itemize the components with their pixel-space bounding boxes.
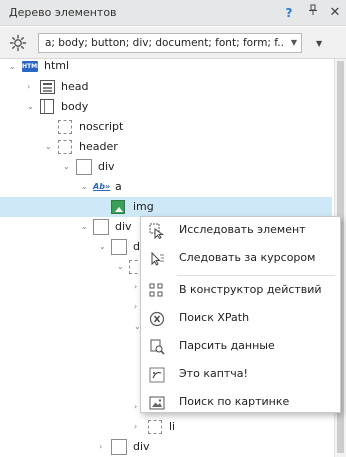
collapse-arrow-icon[interactable]: ⌄ bbox=[27, 97, 34, 117]
menu-item-image-search[interactable]: Поиск по картинке bbox=[141, 389, 340, 417]
collapse-arrow-icon[interactable]: ⌄ bbox=[81, 217, 88, 237]
collapse-arrow-icon[interactable]: ⌄ bbox=[117, 257, 124, 277]
follow-cursor-icon bbox=[149, 251, 165, 267]
image-tag-icon bbox=[111, 200, 125, 214]
collapse-arrow-icon[interactable]: ⌄ bbox=[99, 237, 106, 257]
collapse-arrow-icon[interactable]: ⌄ bbox=[9, 59, 16, 77]
context-menu: Исследовать элемент Следовать за курсоро… bbox=[140, 216, 341, 413]
link-tag-icon: Ab» bbox=[93, 182, 111, 191]
captcha-icon bbox=[149, 367, 165, 383]
panel-title-bar: Дерево элементов ? ✕ bbox=[0, 0, 346, 26]
element-icon bbox=[148, 420, 162, 434]
expand-arrow-icon[interactable]: › bbox=[134, 297, 137, 317]
div-tag-icon bbox=[111, 239, 127, 255]
collapse-arrow-icon[interactable]: ⌄ bbox=[45, 137, 52, 157]
close-icon[interactable]: ✕ bbox=[325, 3, 345, 23]
menu-item-follow-cursor[interactable]: Следовать за курсором bbox=[141, 245, 340, 273]
expand-arrow-icon[interactable]: › bbox=[134, 417, 137, 437]
expand-arrow-icon[interactable]: › bbox=[134, 397, 137, 417]
menu-item-inspect-element[interactable]: Исследовать элемент bbox=[141, 217, 340, 245]
menu-item-captcha[interactable]: Это каптча! bbox=[141, 361, 340, 389]
selected-row-highlight bbox=[0, 197, 332, 217]
chevron-down-icon[interactable]: ▼ bbox=[291, 38, 297, 47]
panel-menu-arrow-icon[interactable]: ▼ bbox=[316, 39, 322, 48]
body-tag-icon bbox=[40, 99, 54, 114]
collapse-arrow-icon[interactable]: ⌄ bbox=[81, 177, 88, 197]
menu-separator bbox=[177, 275, 335, 276]
head-tag-icon bbox=[40, 80, 55, 94]
inspect-cursor-icon bbox=[149, 223, 165, 240]
tag-filter-combobox[interactable]: a; body; button; div; document; font; fo… bbox=[38, 33, 302, 53]
div-tag-icon bbox=[93, 219, 109, 235]
tag-filter-value: a; body; button; div; document; font; fo… bbox=[45, 37, 283, 49]
html-tag-icon: HTML bbox=[22, 61, 41, 72]
gear-icon[interactable] bbox=[8, 33, 28, 53]
action-builder-icon bbox=[149, 283, 165, 299]
element-icon bbox=[58, 120, 72, 134]
collapse-arrow-icon[interactable]: ⌄ bbox=[63, 157, 70, 177]
expand-arrow-icon[interactable]: › bbox=[99, 437, 102, 457]
div-tag-icon bbox=[111, 439, 127, 455]
element-icon bbox=[58, 140, 72, 154]
expand-arrow-icon[interactable]: › bbox=[27, 77, 30, 97]
expand-arrow-icon[interactable]: › bbox=[134, 277, 137, 297]
image-search-icon bbox=[149, 395, 165, 411]
filter-bar: a; body; button; div; document; font; fo… bbox=[0, 27, 346, 59]
menu-item-action-builder[interactable]: В конструктор действий bbox=[141, 277, 340, 305]
help-icon[interactable]: ? bbox=[279, 3, 299, 23]
parse-data-icon bbox=[149, 339, 165, 355]
pin-icon[interactable] bbox=[303, 3, 323, 23]
div-tag-icon bbox=[76, 159, 92, 175]
xpath-icon bbox=[149, 311, 165, 327]
menu-item-xpath-search[interactable]: Поиск XPath bbox=[141, 305, 340, 333]
panel-title: Дерево элементов bbox=[9, 6, 117, 19]
menu-item-parse-data[interactable]: Парсить данные bbox=[141, 333, 340, 361]
